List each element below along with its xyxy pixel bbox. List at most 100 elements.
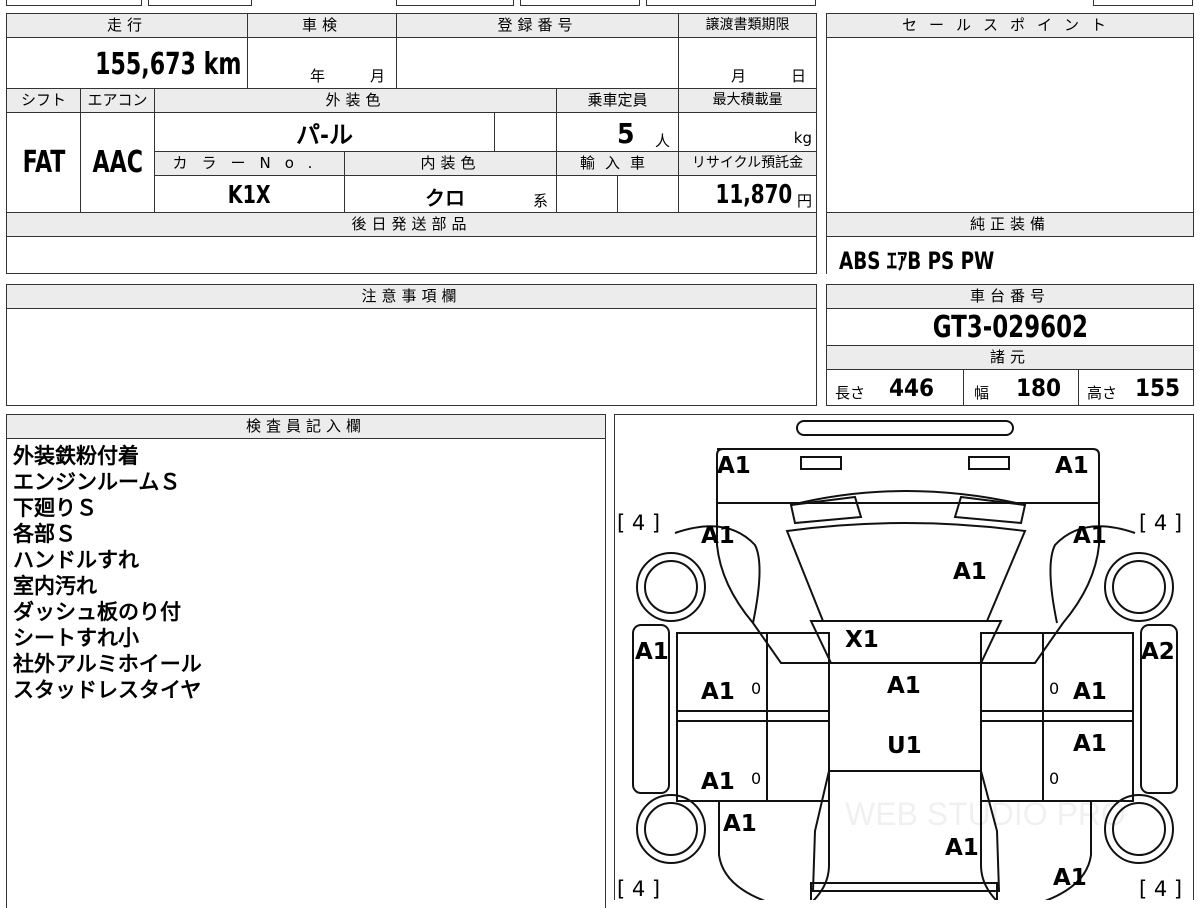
mileage-value: 155,673 km (94, 47, 241, 82)
spec-height-value: 155 (1135, 374, 1181, 402)
chassis-header: 車台番号 (826, 284, 1194, 309)
damage-trunk: A1 (945, 835, 979, 861)
interior-color-suffix: 系 (533, 192, 549, 210)
import-cell-a (556, 175, 618, 213)
color-no-cell: K1X (154, 175, 345, 213)
inspector-note: シートすれ小 (13, 626, 139, 650)
max-load-header: 最大積載量 (678, 88, 817, 113)
import-cell-b (617, 175, 679, 213)
shaken-cell: 年 月 (247, 37, 397, 89)
top-strip-right (1093, 0, 1193, 6)
spec-length-cell: 長さ 446 (826, 369, 964, 406)
car-diagram: WEB STUDIO PRO [ 4 ] [ 4 ] [ 4 ] [ 4 ] A… (614, 414, 1194, 900)
shaken-year: 年 (310, 67, 326, 85)
damage-front-right-door: A1 (1073, 679, 1107, 705)
inspector-notes: 外装鉄粉付着 エンジンルームＳ 下廻りＳ 各部Ｓ ハンドルすれ 室内汚れ ダッシ… (6, 438, 606, 908)
registration-header: 登録番号 (396, 13, 679, 38)
damage-roof-rear: U1 (887, 733, 922, 759)
spec-width-cell: 幅 180 (963, 369, 1079, 406)
top-strip (6, 0, 816, 8)
transfer-deadline-header: 譲渡書類期限 (678, 13, 817, 38)
damage-front-right-fender: A1 (1073, 523, 1107, 549)
capacity-header: 乗車定員 (556, 88, 679, 113)
inspector-note: ダッシュ板のり付 (13, 600, 181, 624)
ac-header: エアコン (80, 88, 155, 113)
spec-length-value: 446 (889, 374, 935, 402)
damage-front-right-corner: A1 (1055, 453, 1089, 479)
chassis-cell: GT3-029602 (826, 308, 1194, 346)
car-outline-icon: WEB STUDIO PRO (632, 420, 1178, 900)
ac-value: AAC (92, 145, 143, 180)
shaken-header: 車検 (247, 13, 397, 38)
color-no-header: カラーNo. (154, 151, 345, 176)
inspector-note: スタッドレスタイヤ (13, 678, 202, 702)
recycle-header: リサイクル預託金 (678, 151, 817, 176)
damage-left-rocker: A1 (635, 639, 669, 665)
factory-equipment-cell: ABS ｴｱB PS PW (826, 236, 1194, 274)
inspector-header: 検査員記入欄 (6, 414, 606, 439)
watermark: WEB STUDIO PRO (845, 796, 1126, 832)
inspector-note: エンジンルームＳ (13, 470, 181, 494)
capacity-value: 5 (617, 117, 635, 150)
registration-cell (396, 37, 679, 89)
spec-width-label: 幅 (974, 384, 990, 402)
exterior-color-header: 外装色 (154, 88, 557, 113)
caution-body (6, 308, 817, 406)
damage-front-left-fender: A1 (701, 523, 735, 549)
transfer-cell: 月 日 (678, 37, 817, 89)
capacity-cell: 5 人 (556, 112, 679, 152)
tire-mark-rear-right: [ 4 ] (1139, 877, 1183, 900)
max-load-cell: kg (678, 112, 817, 152)
later-parts-header: 後日発送部品 (6, 212, 817, 237)
damage-right-rocker: A2 (1141, 639, 1175, 665)
exterior-color-value: パ-ル (296, 120, 353, 149)
capacity-unit: 人 (655, 132, 671, 150)
max-load-unit: kg (793, 129, 812, 147)
mileage-cell: 155,673 km (6, 37, 248, 89)
inspector-note: 社外アルミホイール (13, 652, 202, 676)
sales-point-body (826, 37, 1194, 213)
import-header: 輸入車 (556, 151, 679, 176)
shift-header: シフト (6, 88, 81, 113)
door-zero-mark: 0 (1049, 769, 1060, 788)
damage-hood: A1 (953, 559, 987, 585)
door-zero-mark: 0 (751, 679, 762, 698)
recycle-cell: 11,870 円 (678, 175, 817, 213)
interior-color-cell: クロ 系 (344, 175, 557, 213)
damage-front-left-door: A1 (701, 679, 735, 705)
transfer-day: 日 (791, 67, 807, 85)
interior-color-value: クロ (425, 186, 465, 210)
door-zero-mark: 0 (751, 769, 762, 788)
spec-length-label: 長さ (835, 384, 866, 402)
factory-equipment-value: ABS ｴｱB PS PW (839, 247, 995, 274)
damage-rear-right-quarter: A1 (1053, 865, 1087, 891)
spec-width-value: 180 (1016, 374, 1062, 402)
sales-point-header: セールスポイント (826, 13, 1194, 38)
spec-height-cell: 高さ 155 (1078, 369, 1194, 406)
tire-mark-rear-left: [ 4 ] (617, 877, 661, 900)
spec-height-label: 高さ (1087, 384, 1118, 402)
inspector-note: 各部Ｓ (13, 522, 76, 546)
color-no-value: K1X (228, 179, 271, 209)
inspector-note: ハンドルすれ (13, 548, 139, 572)
damage-rear-left-door: A1 (701, 769, 735, 795)
tire-mark-front-left: [ 4 ] (617, 511, 661, 535)
recycle-value: 11,870 (715, 180, 792, 210)
exterior-color-extra (494, 112, 557, 152)
recycle-unit: 円 (796, 192, 812, 210)
later-parts-cell (6, 236, 817, 274)
damage-rear-left-quarter: A1 (723, 811, 757, 837)
tire-mark-front-right: [ 4 ] (1139, 511, 1183, 535)
specs-header: 諸元 (826, 345, 1194, 370)
factory-equipment-header: 純正装備 (826, 212, 1194, 237)
damage-rear-right-door: A1 (1073, 731, 1107, 757)
shift-cell: FAT (6, 112, 81, 213)
interior-color-header: 内装色 (344, 151, 557, 176)
ac-cell: AAC (80, 112, 155, 213)
transfer-month: 月 (731, 67, 747, 85)
damage-front-left-corner: A1 (717, 453, 751, 479)
shaken-month: 月 (370, 67, 386, 85)
inspector-note: 室内汚れ (13, 574, 97, 598)
door-zero-mark: 0 (1049, 679, 1060, 698)
damage-windshield: X1 (845, 627, 879, 653)
